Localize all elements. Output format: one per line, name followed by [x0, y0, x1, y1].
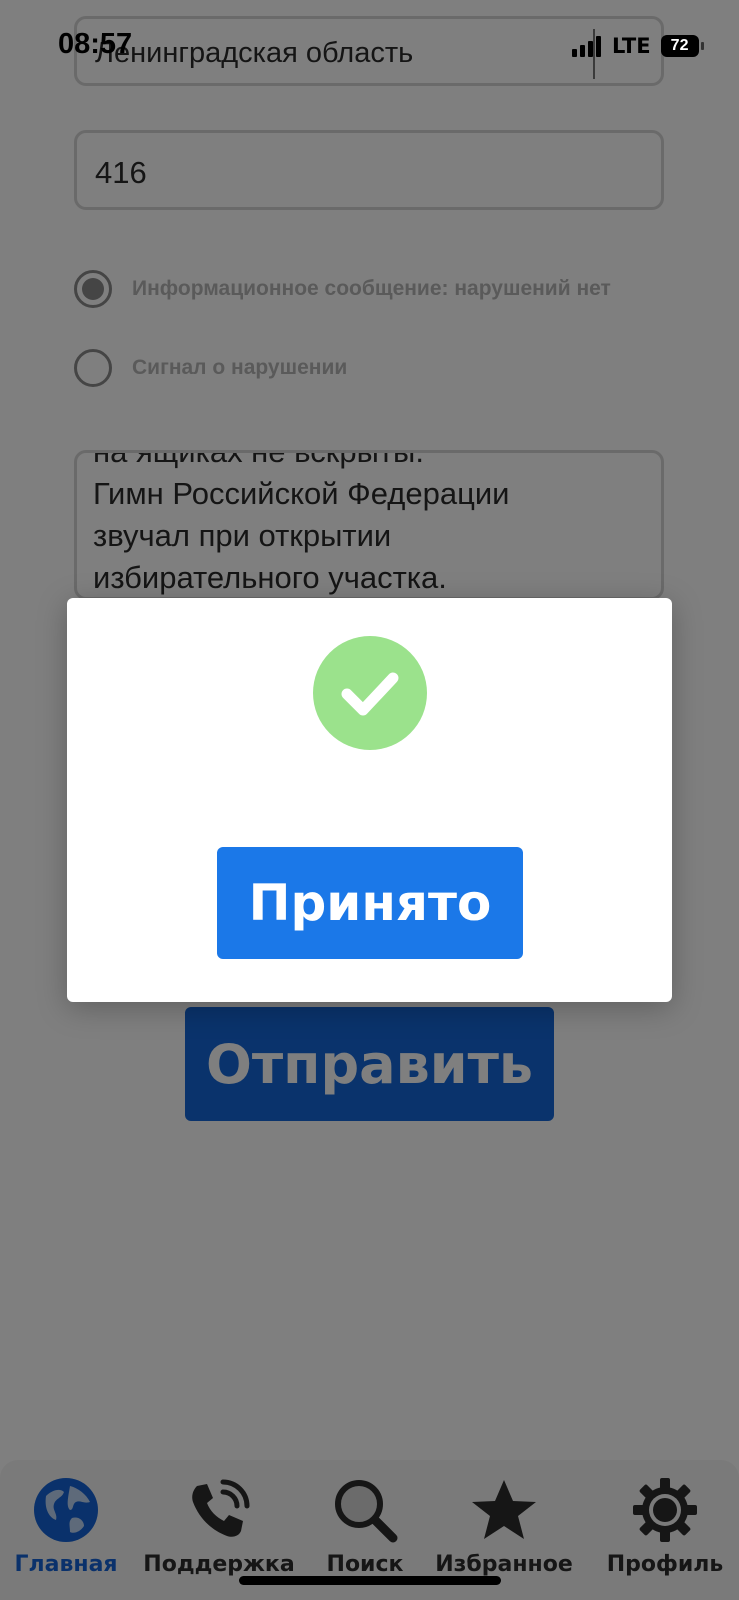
check-circle-icon: [313, 636, 427, 750]
home-indicator: [239, 1576, 501, 1585]
status-time: 08:57: [58, 28, 133, 60]
report-screen: 08:57 LTE 72 Ленинградская область 416 И…: [0, 0, 739, 1600]
battery-icon: 72: [660, 35, 704, 57]
signal-icon: [572, 35, 604, 57]
network-type: LTE: [612, 34, 651, 58]
success-dialog: Принято: [67, 598, 672, 1002]
battery-level: 72: [670, 37, 689, 54]
accept-button[interactable]: Принято: [217, 847, 523, 959]
status-indicators: LTE 72: [572, 34, 704, 58]
